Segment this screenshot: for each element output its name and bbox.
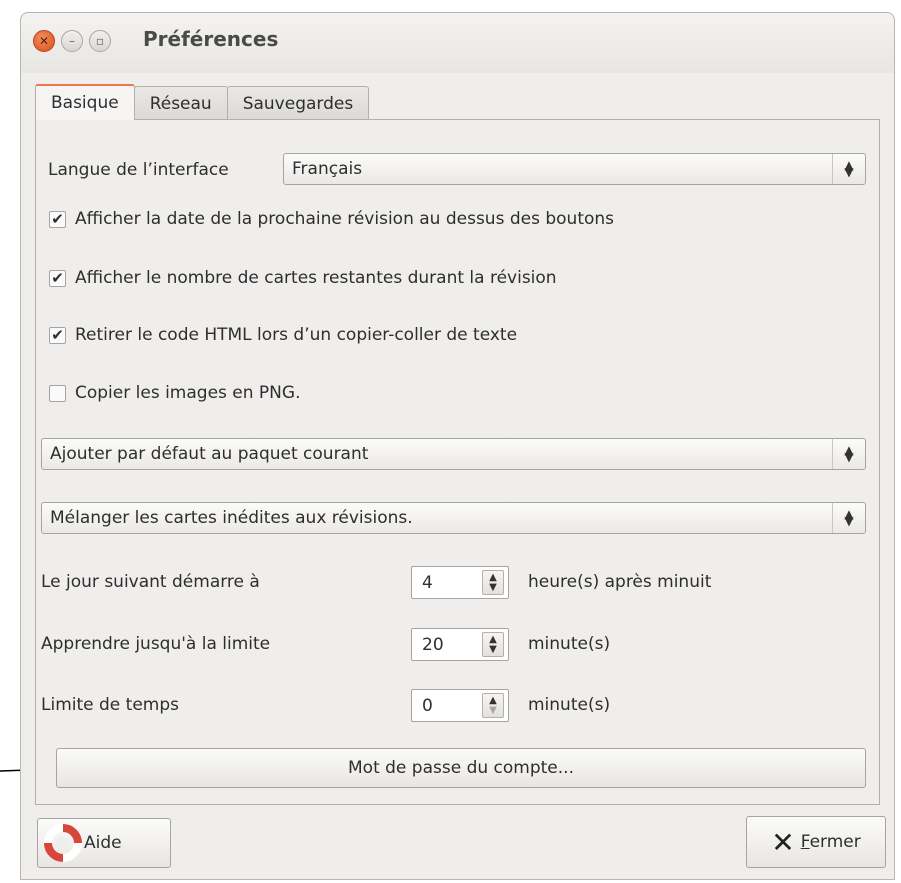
updown-arrows-icon: ▲ ▼: [832, 503, 865, 533]
close-mnemonic: F: [800, 832, 810, 852]
title-bar: ✕ – ▫ Préférences: [21, 13, 894, 73]
tab-sauvegardes[interactable]: Sauvegardes: [226, 86, 370, 120]
close-x-icon: ✕: [771, 825, 795, 859]
language-select-value: Français: [292, 159, 363, 179]
add-default-deck-select[interactable]: Ajouter par défaut au paquet courant ▲ ▼: [41, 438, 866, 470]
spinner-value: 0: [422, 695, 433, 716]
spinner-arrows-icon[interactable]: ▲ ▼: [482, 570, 504, 595]
basic-tab-panel: Langue de l’interface Français ▲ ▼ ✔ Affi…: [35, 119, 880, 805]
checkbox-unchecked-icon: [49, 384, 66, 402]
close-button-label: Fermer: [801, 832, 861, 852]
tab-reseau[interactable]: Réseau: [133, 86, 228, 120]
close-icon: ✕: [38, 34, 50, 48]
checkbox-checked-icon: ✔: [49, 326, 66, 344]
close-label-rest: ermer: [809, 832, 861, 852]
window-title: Préférences: [143, 27, 279, 51]
learn-ahead-limit-spinner[interactable]: 20 ▲ ▼: [411, 628, 509, 661]
checkbox-copy-images-png[interactable]: Copier les images en PNG.: [49, 383, 300, 403]
learn-ahead-limit-label: Apprendre jusqu'à la limite: [41, 634, 271, 654]
window-close-button[interactable]: ✕: [33, 30, 55, 52]
time-limit-label: Limite de temps: [41, 695, 179, 715]
checkbox-label: Afficher le nombre de cartes restantes d…: [75, 268, 557, 288]
checkbox-label: Afficher la date de la prochaine révisio…: [75, 209, 615, 229]
lifebuoy-icon: [44, 824, 82, 862]
help-button[interactable]: Aide: [37, 818, 171, 868]
language-select[interactable]: Français ▲ ▼: [283, 153, 866, 185]
checkbox-show-remaining-cards[interactable]: ✔ Afficher le nombre de cartes restantes…: [49, 268, 557, 288]
checkbox-checked-icon: ✔: [49, 210, 66, 228]
close-button[interactable]: ✕ Fermer: [746, 816, 886, 868]
new-cards-mix-select[interactable]: Mélanger les cartes inédites aux révisio…: [41, 502, 866, 534]
checkbox-strip-html[interactable]: ✔ Retirer le code HTML lors d’un copier-…: [49, 325, 517, 345]
checkbox-label: Copier les images en PNG.: [75, 383, 301, 403]
next-day-starts-spinner[interactable]: 4 ▲ ▼: [411, 566, 509, 599]
checkbox-checked-icon: ✔: [49, 269, 66, 287]
updown-arrows-icon: ▲ ▼: [832, 154, 865, 184]
checkbox-show-next-review-date[interactable]: ✔ Afficher la date de la prochaine révis…: [49, 209, 614, 229]
spinner-value: 20: [422, 634, 444, 655]
window-maximize-button[interactable]: ▫: [89, 30, 111, 52]
preferences-window: ✕ – ▫ Préférences Basique Réseau Sauvega…: [20, 12, 895, 880]
tab-basique[interactable]: Basique: [35, 84, 135, 120]
time-limit-unit: minute(s): [528, 695, 611, 715]
next-day-starts-label: Le jour suivant démarre à: [41, 572, 260, 592]
add-default-deck-value: Ajouter par défaut au paquet courant: [50, 444, 369, 464]
account-password-button[interactable]: Mot de passe du compte...: [56, 748, 866, 788]
help-button-label: Aide: [84, 833, 122, 853]
spinner-arrows-icon[interactable]: ▲ ▼: [482, 632, 504, 657]
tab-bar: Basique Réseau Sauvegardes: [35, 84, 370, 120]
language-label: Langue de l’interface: [48, 160, 229, 180]
next-day-starts-unit: heure(s) après minuit: [528, 572, 712, 592]
minimize-icon: –: [69, 34, 75, 48]
spinner-arrows-icon[interactable]: ▲ ▼: [482, 693, 504, 718]
time-limit-spinner[interactable]: 0 ▲ ▼: [411, 689, 509, 722]
checkbox-label: Retirer le code HTML lors d’un copier-co…: [75, 325, 518, 345]
window-minimize-button[interactable]: –: [61, 30, 83, 52]
updown-arrows-icon: ▲ ▼: [832, 439, 865, 469]
new-cards-mix-value: Mélanger les cartes inédites aux révisio…: [50, 508, 413, 528]
learn-ahead-limit-unit: minute(s): [528, 634, 611, 654]
maximize-icon: ▫: [95, 34, 105, 48]
spinner-value: 4: [422, 572, 433, 593]
